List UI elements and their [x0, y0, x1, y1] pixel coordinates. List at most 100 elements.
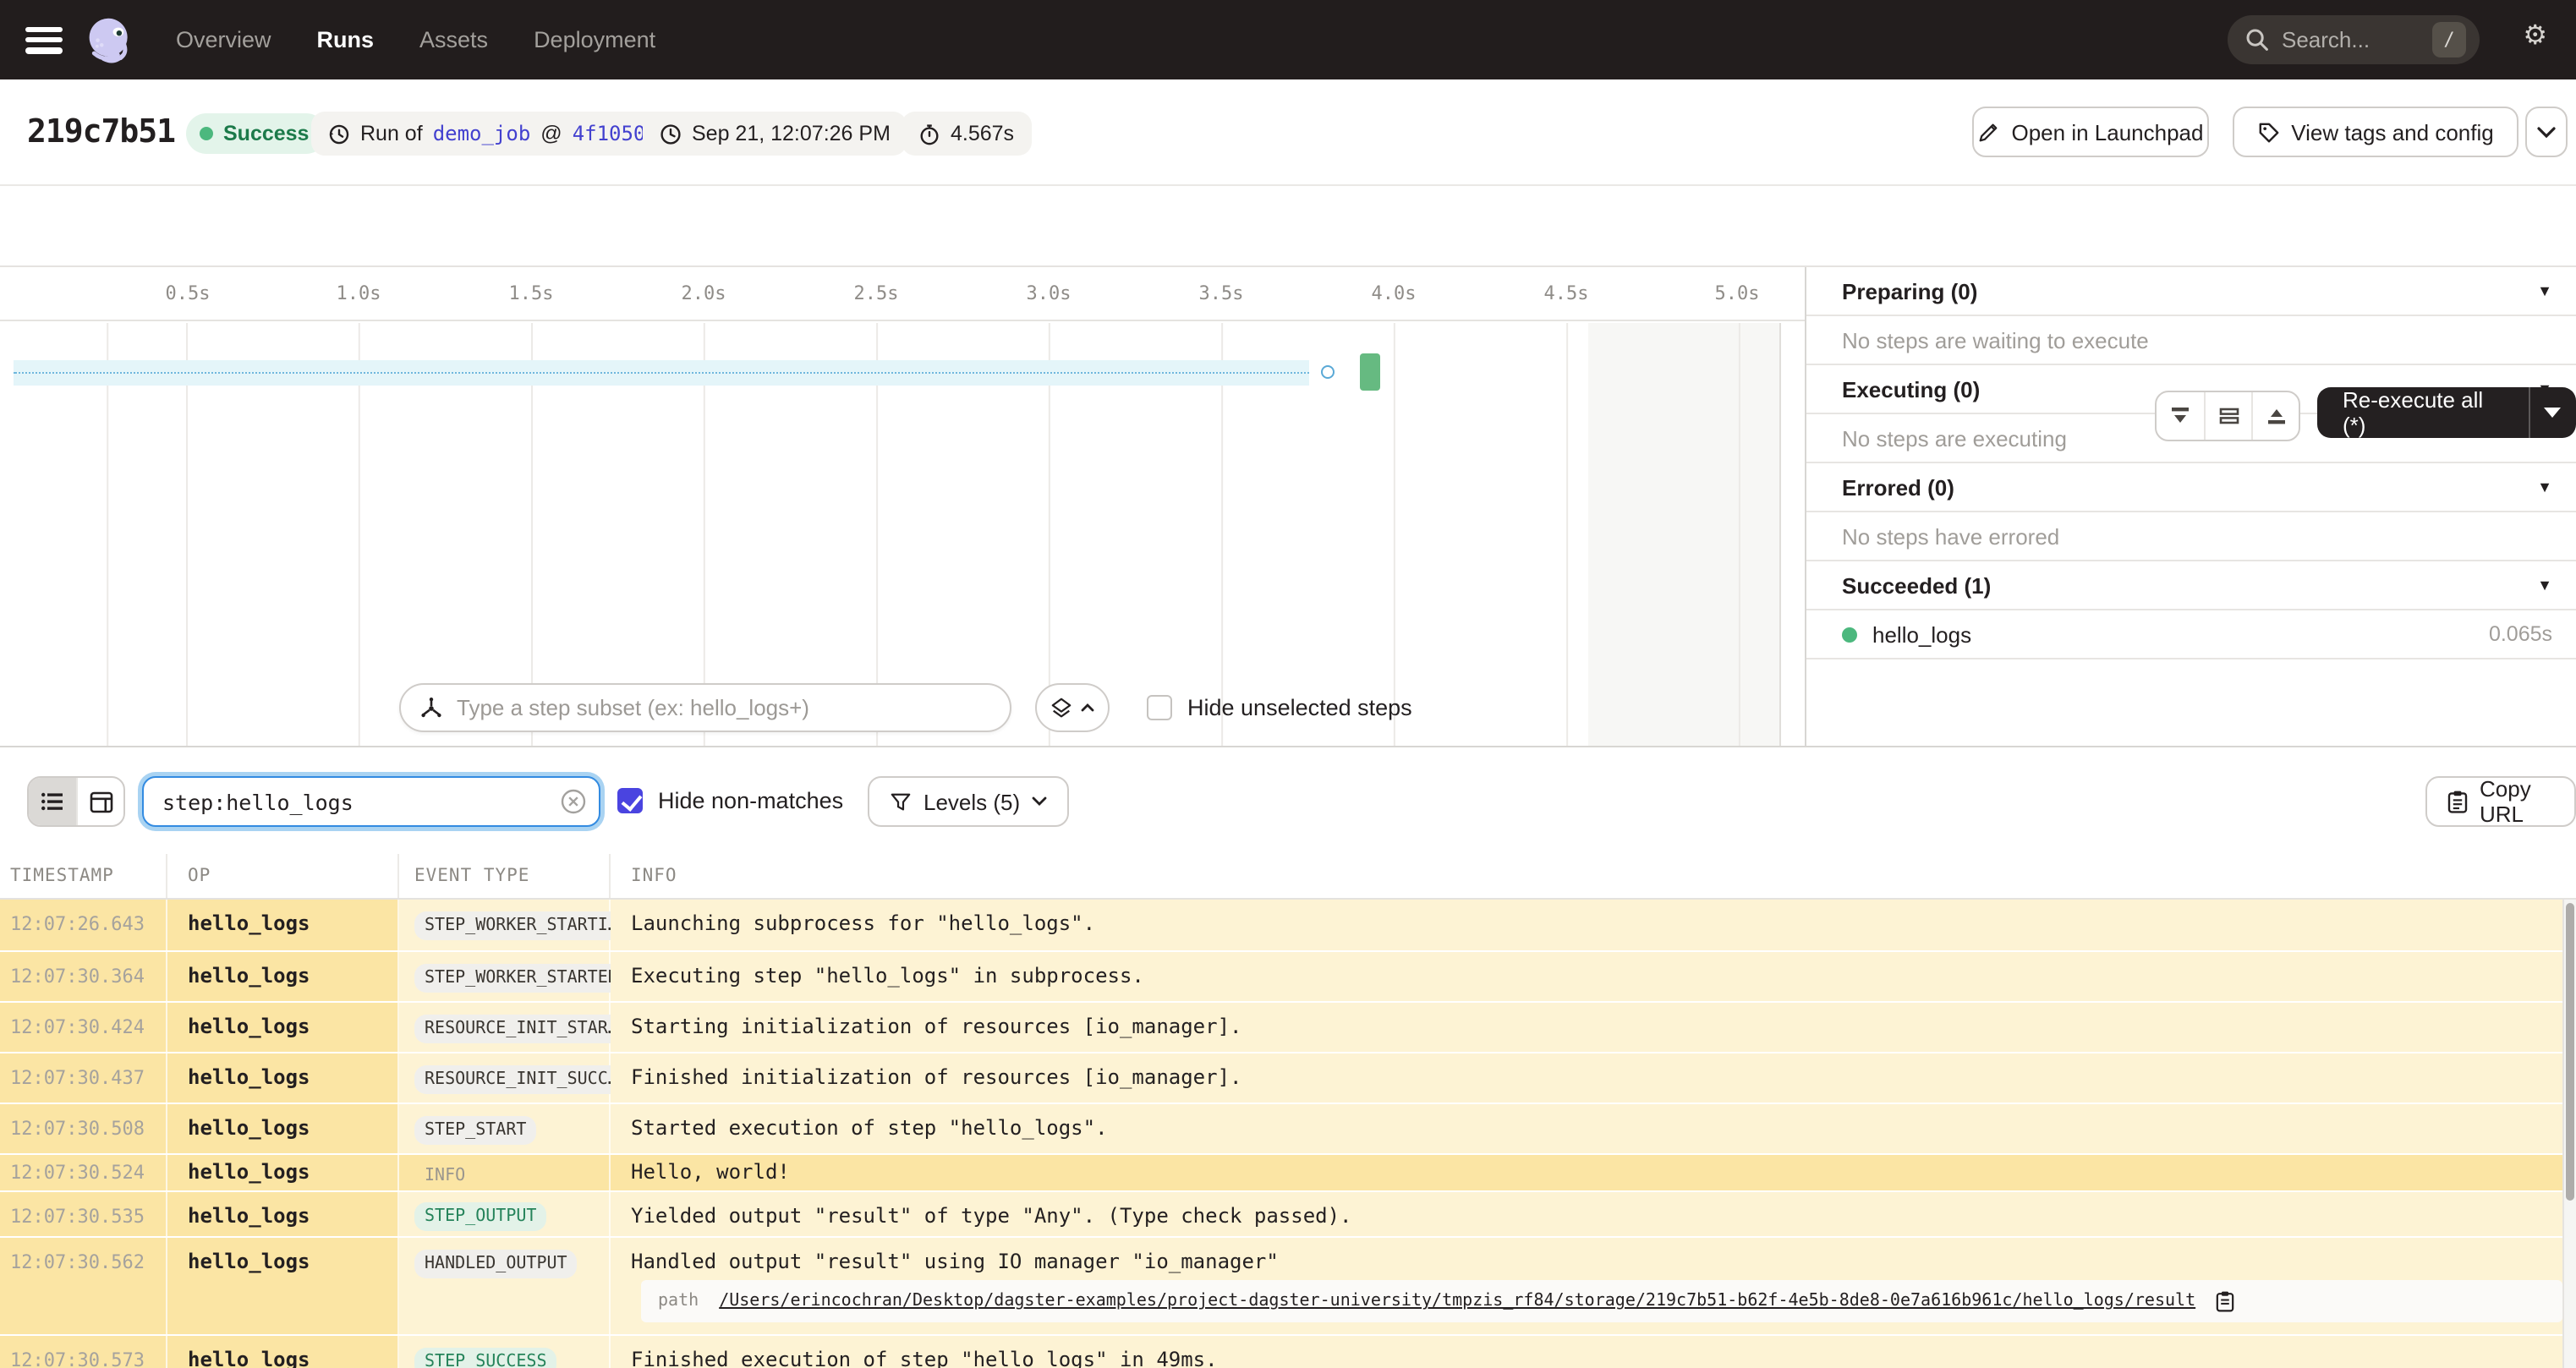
panel-section-preparing[interactable]: Preparing (0) ▼	[1806, 267, 2576, 316]
log-filter-input[interactable]	[142, 776, 600, 827]
log-row[interactable]: 12:07:26.643 hello_logs STEP_WORKER_START…	[0, 900, 2562, 950]
log-row-handled-output[interactable]: 12:07:30.562 hello_logs HANDLED_OUTPUT Ha…	[0, 1236, 2562, 1334]
step-subset-row: Hide unselected steps	[399, 683, 1412, 732]
stopwatch-icon	[918, 123, 940, 145]
panel-empty-errored: No steps have errored	[1806, 512, 2576, 561]
axis-tick: 3.0s	[1026, 282, 1072, 304]
nav-links: Overview Runs Assets Deployment	[176, 27, 655, 52]
axis-tick: 2.5s	[853, 282, 899, 304]
column-header-event-type[interactable]: EVENT TYPE	[399, 854, 611, 898]
open-in-launchpad-button[interactable]: Open in Launchpad	[1972, 107, 2209, 157]
axis-tick: 4.5s	[1543, 282, 1589, 304]
hide-unselected-option: Hide unselected steps	[1147, 695, 1412, 720]
pencil-icon	[1978, 121, 2000, 143]
section-caret-icon[interactable]: ▼	[2537, 282, 2552, 299]
pane-collapse-down-icon[interactable]	[2157, 392, 2204, 440]
caret-up-icon	[1081, 703, 1094, 712]
pane-split-icon[interactable]	[2204, 392, 2251, 440]
timestamp-tag: Sep 21, 12:07:26 PM	[643, 112, 907, 156]
column-header-op[interactable]: OP	[167, 854, 399, 898]
search-shortcut-key: /	[2432, 22, 2466, 57]
column-header-timestamp[interactable]: TIMESTAMP	[0, 854, 167, 898]
search-placeholder: Search...	[2282, 27, 2370, 52]
nav-item-assets[interactable]: Assets	[419, 27, 488, 52]
log-row[interactable]: 12:07:30.508 hello_logs STEP_START Starte…	[0, 1103, 2562, 1153]
step-marker-icon[interactable]	[1321, 365, 1335, 379]
log-view-toggle	[27, 776, 125, 827]
clear-filter-icon[interactable]	[560, 788, 587, 815]
nav-item-overview[interactable]: Overview	[176, 27, 271, 52]
gantt-time-axis: 0.5s 1.0s 1.5s 2.0s 2.5s 3.0s 3.5s 4.0s …	[0, 267, 1805, 321]
panel-section-succeeded[interactable]: Succeeded (1) ▼	[1806, 561, 2576, 610]
event-type-chip: STEP_WORKER_STARTI…	[414, 911, 628, 940]
pane-layout-toggle	[2155, 391, 2300, 441]
reexecute-caret-icon[interactable]	[2528, 387, 2576, 438]
event-type-chip: STEP_OUTPUT	[414, 1202, 547, 1231]
copy-url-button[interactable]: Copy URL	[2425, 776, 2576, 827]
axis-tick: 2.0s	[681, 282, 726, 304]
log-row[interactable]: 12:07:30.364 hello_logs STEP_WORKER_START…	[0, 950, 2562, 1001]
top-nav: Overview Runs Assets Deployment Search..…	[0, 0, 2576, 79]
log-structured-view-icon[interactable]	[76, 778, 123, 825]
view-tags-config-button[interactable]: View tags and config	[2233, 107, 2518, 157]
status-badge: Success	[186, 113, 326, 154]
hamburger-menu-icon[interactable]	[25, 26, 63, 53]
output-path-box: path /Users/erincochran/Desktop/dagster-…	[641, 1280, 2562, 1322]
axis-tick: 4.0s	[1371, 282, 1417, 304]
run-header: 219c7b51 Success Run of demo_job @ 4f105…	[0, 79, 2576, 186]
pane-collapse-up-icon[interactable]	[2251, 392, 2299, 440]
output-path-link[interactable]: /Users/erincochran/Desktop/dagster-examp…	[719, 1292, 2195, 1311]
gantt-gridlines	[0, 323, 1805, 746]
copy-path-icon[interactable]	[2216, 1290, 2234, 1312]
log-filter	[142, 776, 600, 827]
search-icon	[2244, 27, 2270, 52]
event-type-chip: RESOURCE_INIT_SUCC…	[414, 1065, 628, 1094]
log-row[interactable]: 12:07:30.535 hello_logs STEP_OUTPUT Yield…	[0, 1190, 2562, 1236]
log-list-view-icon[interactable]	[29, 778, 76, 825]
log-row[interactable]: 12:07:30.424 hello_logs RESOURCE_INIT_STA…	[0, 1001, 2562, 1052]
run-content: 0.5s 1.0s 1.5s 2.0s 2.5s 3.0s 3.5s 4.0s …	[0, 267, 2576, 747]
log-scrollbar-thumb[interactable]	[2566, 903, 2574, 1201]
event-type-chip: INFO	[425, 1167, 466, 1185]
hide-non-matches-checkbox[interactable]	[617, 788, 643, 813]
chevron-down-icon	[2537, 126, 2556, 138]
log-row[interactable]: 12:07:30.437 hello_logs RESOURCE_INIT_SUC…	[0, 1052, 2562, 1103]
hide-non-matches-option: Hide non-matches	[617, 788, 843, 813]
funnel-icon	[890, 791, 912, 813]
gantt-plot-area: Hide unselected steps	[0, 323, 1805, 746]
global-search[interactable]: Search... /	[2228, 15, 2480, 64]
step-subset-inputbox	[399, 683, 1011, 732]
log-row[interactable]: 12:07:30.573 hello_logs STEP_SUCCESS Fini…	[0, 1334, 2562, 1368]
gantt-toolbar: Hide not started steps Re-execute all (*…	[0, 186, 2576, 441]
run-header-more-button[interactable]	[2525, 107, 2568, 157]
reexecute-all-button[interactable]: Re-execute all (*)	[2317, 387, 2576, 438]
dagster-logo-icon[interactable]	[85, 14, 135, 65]
step-waiting-dotted-line	[14, 372, 1309, 374]
step-bar-hello-logs[interactable]	[1360, 353, 1380, 391]
panel-section-errored[interactable]: Errored (0) ▼	[1806, 463, 2576, 512]
axis-tick: 1.5s	[508, 282, 554, 304]
axis-tick: 3.5s	[1198, 282, 1244, 304]
levels-dropdown-button[interactable]: Levels (5)	[868, 776, 1070, 827]
graph-query-toggle-button[interactable]	[1035, 683, 1110, 732]
gear-icon[interactable]: ⚙	[2523, 23, 2547, 51]
log-row-user-info[interactable]: 12:07:30.524 hello_logs INFO Hello, world…	[0, 1153, 2562, 1190]
event-type-chip: HANDLED_OUTPUT	[414, 1250, 578, 1278]
tag-icon	[2257, 121, 2279, 143]
step-subset-input[interactable]	[457, 695, 991, 720]
event-type-chip: STEP_START	[414, 1116, 537, 1145]
column-header-info[interactable]: INFO	[611, 854, 2576, 898]
job-link[interactable]: demo_job	[433, 122, 531, 145]
nav-item-runs[interactable]: Runs	[317, 27, 375, 52]
panel-step-hello-logs[interactable]: hello_logs 0.065s	[1806, 610, 2576, 659]
section-caret-icon[interactable]: ▼	[2537, 577, 2552, 594]
op-selector-icon	[419, 696, 443, 720]
section-caret-icon[interactable]: ▼	[2537, 479, 2552, 495]
status-dot-icon	[200, 127, 213, 140]
event-type-chip: STEP_SUCCESS	[414, 1348, 557, 1368]
nav-item-deployment[interactable]: Deployment	[534, 27, 655, 52]
log-rows: 12:07:26.643 hello_logs STEP_WORKER_START…	[0, 900, 2576, 1368]
panel-empty-preparing: No steps are waiting to execute	[1806, 316, 2576, 365]
hide-unselected-checkbox[interactable]	[1147, 695, 1172, 720]
step-status-panel: Preparing (0) ▼ No steps are waiting to e…	[1806, 267, 2576, 746]
